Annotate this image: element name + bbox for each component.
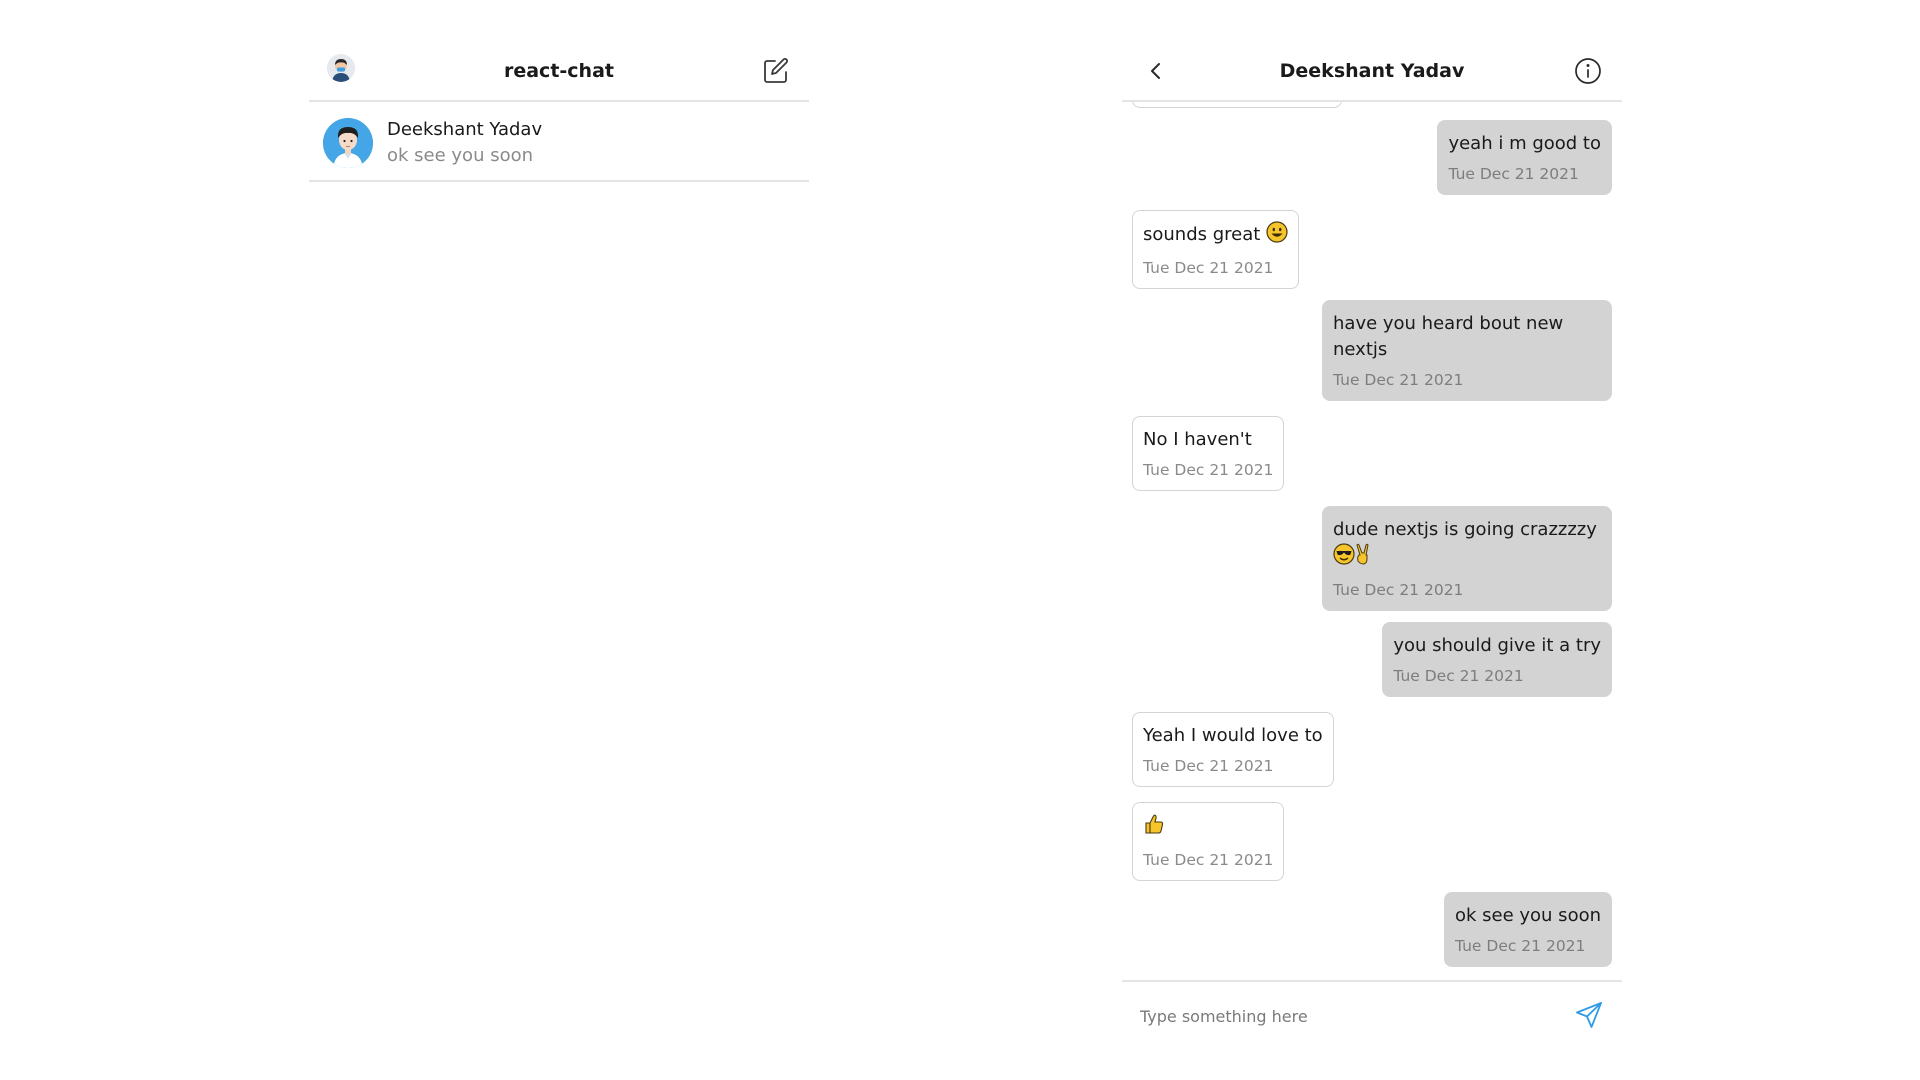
message-bubble-incoming: No I haven't Tue Dec 21 2021 <box>1132 416 1285 491</box>
message-text: Yeah I would love to <box>1143 725 1323 746</box>
conversation-list-header: react-chat <box>309 42 809 102</box>
send-icon[interactable] <box>1574 1000 1604 1030</box>
message-bubble-incoming: Yeah I would love to Tue Dec 21 2021 <box>1132 712 1334 787</box>
message-text: have you heard bout new nextjs <box>1333 313 1569 360</box>
message-bubble-outgoing: have you heard bout new nextjs Tue Dec 2… <box>1322 300 1612 401</box>
conversation-item[interactable]: Deekshant Yadav ok see you soon <box>309 102 809 182</box>
message-timestamp: Tue Dec 21 2021 <box>1143 461 1274 479</box>
message-bubble-incoming: sounds great Tue Dec 21 2021 <box>1132 210 1300 289</box>
contact-avatar <box>323 118 373 168</box>
message-text: dude nextjs is going crazzzzy <box>1333 519 1597 540</box>
message-bubble-incoming <box>1132 102 1342 108</box>
message-timestamp: Tue Dec 21 2021 <box>1143 259 1274 277</box>
info-icon[interactable] <box>1574 57 1602 85</box>
message-timestamp: Tue Dec 21 2021 <box>1448 165 1579 183</box>
message-bubble-outgoing: ok see you soon Tue Dec 21 2021 <box>1443 892 1612 967</box>
chat-contact-name: Deekshant Yadav <box>1279 60 1465 82</box>
message-text: ok see you soon <box>1454 905 1601 926</box>
chat-header: Deekshant Yadav <box>1122 42 1622 102</box>
app-title: react-chat <box>503 60 614 82</box>
message-text: yeah i m good to <box>1448 133 1601 154</box>
message-bubble-incoming: Tue Dec 21 2021 <box>1132 802 1285 881</box>
message-timestamp: Tue Dec 21 2021 <box>1143 851 1274 869</box>
message-input[interactable] <box>1138 1000 1542 1032</box>
smile-emoji-icon <box>1266 221 1288 251</box>
message-text: you should give it a try <box>1393 635 1601 656</box>
message-bubble-outgoing: you should give it a try Tue Dec 21 2021 <box>1382 622 1612 697</box>
victory-hand-emoji-icon <box>1355 543 1369 573</box>
conversation-name: Deekshant Yadav <box>387 119 543 140</box>
message-list[interactable]: yeah i m good to Tue Dec 21 2021 sounds … <box>1122 102 1622 1022</box>
message-timestamp: Tue Dec 21 2021 <box>1393 667 1524 685</box>
message-bubble-outgoing: dude nextjs is going crazzzzy Tue Dec 21… <box>1322 506 1612 611</box>
message-text: No I haven't <box>1143 429 1252 450</box>
message-bubble-outgoing: yeah i m good to Tue Dec 21 2021 <box>1437 120 1612 195</box>
sunglasses-emoji-icon <box>1333 543 1355 573</box>
chat-app: react-chat Deekshant Yadav ok see you so… <box>0 0 1920 1080</box>
conversation-list-panel: react-chat Deekshant Yadav ok see you so… <box>309 42 809 182</box>
message-text: sounds great <box>1143 224 1261 245</box>
message-timestamp: Tue Dec 21 2021 <box>1454 937 1586 955</box>
message-timestamp: Tue Dec 21 2021 <box>1333 371 1464 389</box>
message-composer <box>1122 980 1622 1050</box>
conversation-last-message: ok see you soon <box>387 145 534 166</box>
message-timestamp: Tue Dec 21 2021 <box>1143 757 1274 775</box>
message-timestamp: Tue Dec 21 2021 <box>1333 581 1464 599</box>
chat-panel: yeah i m good to Tue Dec 21 2021 sounds … <box>1122 42 1622 1050</box>
thumbs-up-emoji-icon <box>1143 813 1165 843</box>
compose-icon[interactable] <box>761 56 791 86</box>
